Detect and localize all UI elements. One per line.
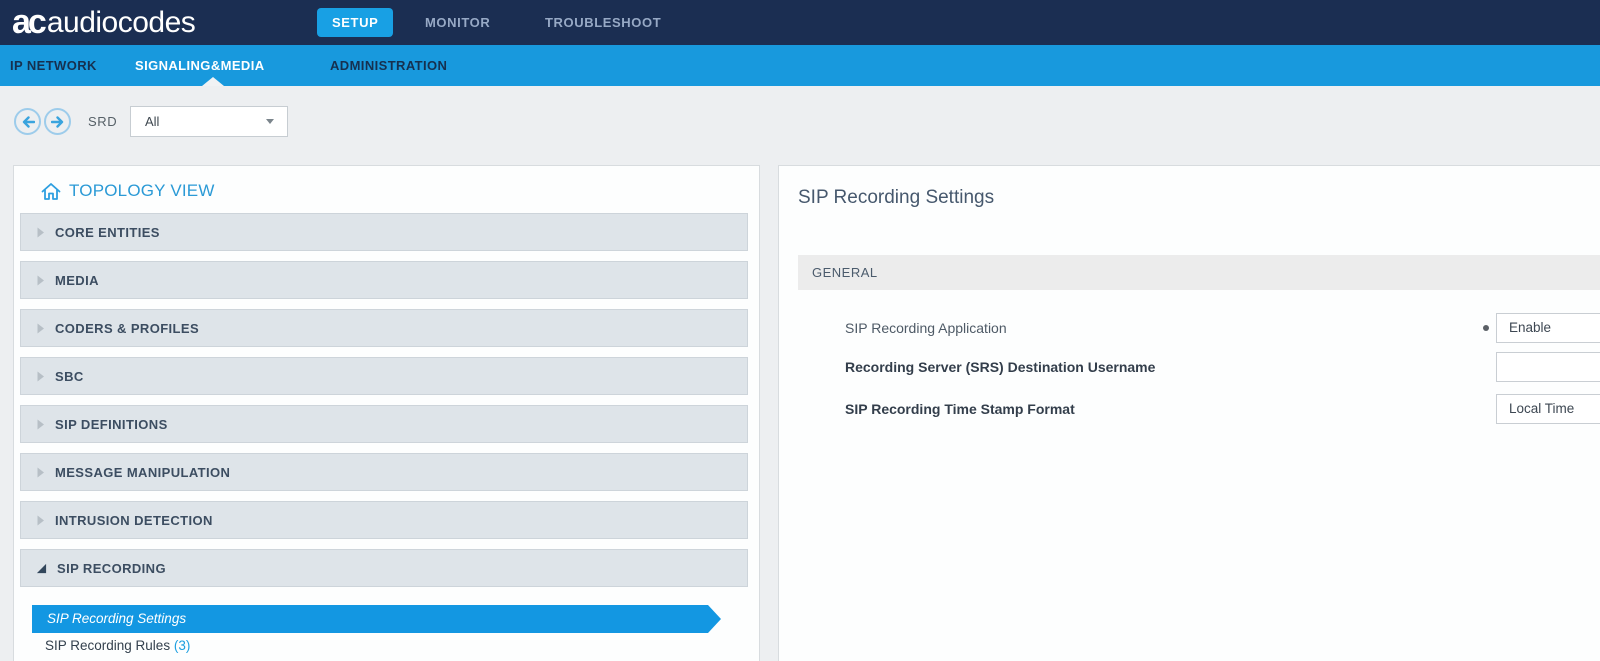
sidebar-section-label: CORE ENTITIES — [55, 225, 160, 240]
selected-item-label: SIP Recording Settings — [32, 605, 708, 633]
audiocodes-web-ui: ac audiocodes SETUP MONITOR TROUBLESHOOT… — [0, 0, 1600, 661]
field-label-srs-destination-username: Recording Server (SRS) Destination Usern… — [845, 352, 1155, 382]
settings-panel: SIP Recording Settings GENERAL SIP Recor… — [778, 165, 1600, 661]
field-label-time-stamp-format: SIP Recording Time Stamp Format — [845, 394, 1075, 424]
caret-right-icon — [36, 275, 45, 286]
page-title: SIP Recording Settings — [798, 187, 994, 209]
tab-setup[interactable]: SETUP — [317, 8, 393, 37]
topology-view-title: TOPOLOGY VIEW — [69, 181, 215, 201]
time-stamp-format-select[interactable]: Local Time — [1496, 394, 1600, 424]
sidebar-section-sbc[interactable]: SBC — [20, 357, 748, 395]
topology-panel: TOPOLOGY VIEW CORE ENTITIES MEDIA CODERS… — [13, 165, 760, 661]
tab-ip-network[interactable]: IP NETWORK — [10, 45, 97, 86]
srd-label: SRD — [88, 114, 117, 129]
caret-right-icon — [36, 323, 45, 334]
srd-dropdown[interactable]: All — [130, 106, 288, 137]
top-bar: ac audiocodes SETUP MONITOR TROUBLESHOOT — [0, 0, 1600, 45]
tab-monitor[interactable]: MONITOR — [425, 0, 490, 45]
tab-signaling-media[interactable]: SIGNALING&MEDIA — [135, 45, 265, 86]
sidebar-section-media[interactable]: MEDIA — [20, 261, 748, 299]
caret-right-icon — [36, 467, 45, 478]
tab-troubleshoot[interactable]: TROUBLESHOOT — [545, 0, 661, 45]
home-icon — [41, 182, 61, 201]
sidebar-section-sip-recording[interactable]: SIP RECORDING — [20, 549, 748, 587]
rules-count-badge: (3) — [174, 638, 191, 653]
caret-right-icon — [36, 371, 45, 382]
sidebar-section-coders-profiles[interactable]: CODERS & PROFILES — [20, 309, 748, 347]
sidebar-section-label: CODERS & PROFILES — [55, 321, 199, 336]
sidebar-section-sip-definitions[interactable]: SIP DEFINITIONS — [20, 405, 748, 443]
section-header-label: GENERAL — [812, 265, 878, 280]
sidebar-section-label: SBC — [55, 369, 84, 384]
audiocodes-logo[interactable]: ac audiocodes — [12, 0, 195, 45]
sidebar-section-message-manipulation[interactable]: MESSAGE MANIPULATION — [20, 453, 748, 491]
audiocodes-logo-text: audiocodes — [47, 0, 195, 45]
rules-item-label: SIP Recording Rules — [45, 638, 170, 653]
select-value: Enable — [1509, 320, 1551, 335]
sidebar-section-label: SIP DEFINITIONS — [55, 417, 168, 432]
caret-right-icon — [36, 515, 45, 526]
sidebar-item-sip-recording-settings[interactable]: SIP Recording Settings — [32, 605, 708, 633]
sidebar-section-core-entities[interactable]: CORE ENTITIES — [20, 213, 748, 251]
field-label-sip-recording-application: SIP Recording Application — [845, 313, 1007, 343]
srs-destination-username-input[interactable] — [1496, 352, 1600, 382]
caret-right-icon — [36, 419, 45, 430]
arrow-right-icon — [51, 116, 65, 128]
srd-dropdown-value: All — [145, 114, 159, 129]
caret-expanded-icon — [36, 563, 47, 574]
navigate-forward-button[interactable] — [44, 108, 71, 135]
sidebar-section-intrusion-detection[interactable]: INTRUSION DETECTION — [20, 501, 748, 539]
navigate-back-button[interactable] — [14, 108, 41, 135]
arrow-left-icon — [21, 116, 35, 128]
sidebar-section-label: SIP RECORDING — [57, 561, 166, 576]
sidebar-section-label: MEDIA — [55, 273, 99, 288]
section-header-general: GENERAL — [798, 255, 1600, 290]
tab-administration[interactable]: ADMINISTRATION — [330, 45, 447, 86]
select-value: Local Time — [1509, 401, 1574, 416]
topology-view-header[interactable]: TOPOLOGY VIEW — [41, 178, 215, 204]
modified-indicator-icon — [1483, 325, 1489, 331]
caret-right-icon — [36, 227, 45, 238]
sip-recording-application-select[interactable]: Enable — [1496, 313, 1600, 343]
sidebar-section-label: INTRUSION DETECTION — [55, 513, 213, 528]
audiocodes-logo-icon: ac — [12, 0, 44, 45]
sidebar-section-label: MESSAGE MANIPULATION — [55, 465, 230, 480]
chevron-down-icon — [266, 119, 274, 124]
active-tab-pointer-icon — [202, 77, 224, 86]
sub-nav-bar: IP NETWORK SIGNALING&MEDIA ADMINISTRATIO… — [0, 45, 1600, 86]
sidebar-item-sip-recording-rules[interactable]: SIP Recording Rules (3) — [45, 638, 190, 653]
